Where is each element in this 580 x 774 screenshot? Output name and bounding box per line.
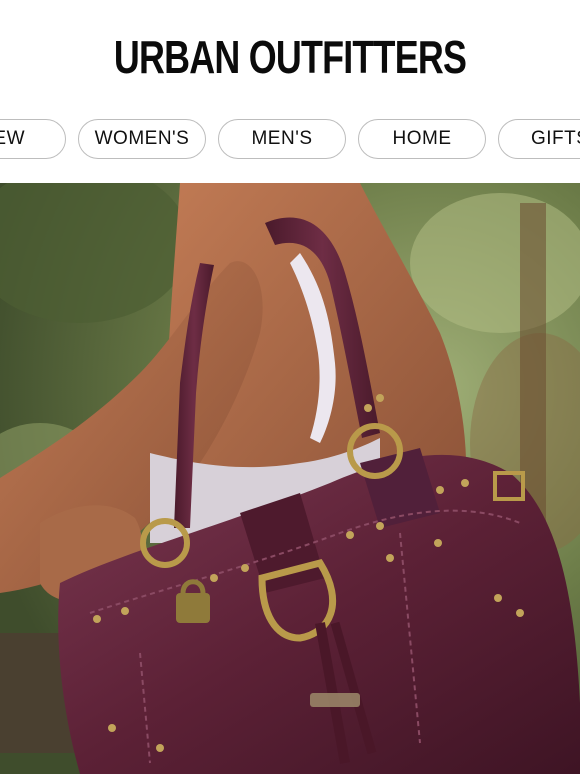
padlock-charm xyxy=(176,593,210,623)
brand-logo[interactable]: URBAN OUTFITTERS xyxy=(64,30,516,84)
site-header: URBAN OUTFITTERS xyxy=(0,0,580,118)
nav-pill-gifts[interactable]: GIFTS xyxy=(498,119,580,159)
nav-pill-new[interactable]: EW xyxy=(0,119,66,159)
nav-pill-womens[interactable]: WOMEN'S xyxy=(78,119,206,159)
nav-pill-home[interactable]: HOME xyxy=(358,119,486,159)
nav-pill-mens[interactable]: MEN'S xyxy=(218,119,346,159)
hero-banner[interactable] xyxy=(0,183,580,774)
category-nav: EW WOMEN'S MEN'S HOME GIFTS xyxy=(0,118,580,164)
hero-image xyxy=(0,183,580,774)
